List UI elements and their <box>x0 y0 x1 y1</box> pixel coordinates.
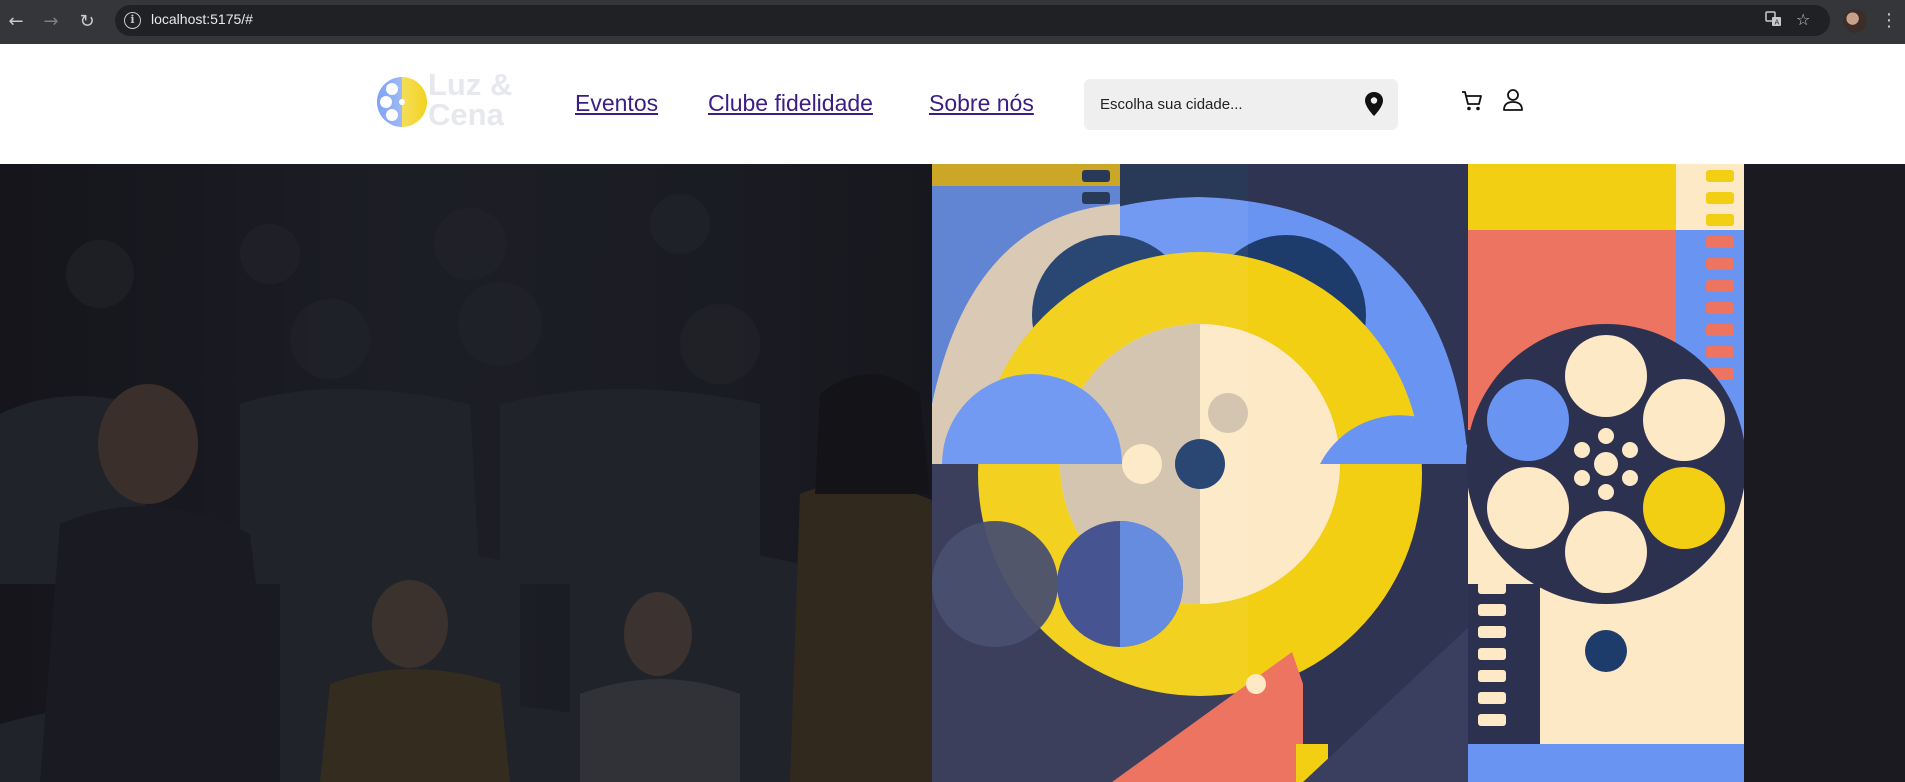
nav-link-sobre-nos[interactable]: Sobre nós <box>929 90 1034 117</box>
url-text[interactable]: localhost:5175/# <box>151 11 253 27</box>
profile-avatar[interactable] <box>1843 9 1867 33</box>
user-icon[interactable] <box>1502 88 1524 112</box>
browser-toolbar: ← → ↻ i localhost:5175/# A ☆ ⋮ <box>0 0 1905 44</box>
reload-icon[interactable]: ↻ <box>74 9 100 35</box>
address-bar[interactable]: i localhost:5175/# A ☆ <box>115 5 1830 36</box>
hero-banner <box>0 164 1905 782</box>
nav-link-eventos[interactable]: Eventos <box>575 90 658 117</box>
site-header: Luz & Cena Eventos Clube fidelidade Sobr… <box>0 44 1905 164</box>
bookmark-star-icon[interactable]: ☆ <box>1796 10 1810 30</box>
hero-right-backdrop <box>1744 164 1905 782</box>
location-pin-icon[interactable] <box>1364 91 1384 117</box>
nav-link-clube-fidelidade[interactable]: Clube fidelidade <box>708 90 873 117</box>
site-info-icon[interactable]: i <box>124 12 141 29</box>
hero-cinema-audience-image <box>0 164 1040 782</box>
back-icon[interactable]: ← <box>3 9 29 35</box>
hero-film-reel-illustration <box>932 164 1746 782</box>
forward-icon[interactable]: → <box>38 9 64 35</box>
city-search-field[interactable]: Escolha sua cidade... <box>1084 79 1398 130</box>
city-search-placeholder[interactable]: Escolha sua cidade... <box>1100 96 1243 113</box>
menu-kebab-icon[interactable]: ⋮ <box>1880 9 1898 33</box>
film-reel-logo-icon <box>377 77 427 127</box>
cart-icon[interactable] <box>1460 89 1484 113</box>
svg-text:A: A <box>1775 19 1780 27</box>
brand-wordmark[interactable]: Luz & Cena <box>428 69 512 130</box>
translate-icon[interactable]: A <box>1765 10 1783 33</box>
